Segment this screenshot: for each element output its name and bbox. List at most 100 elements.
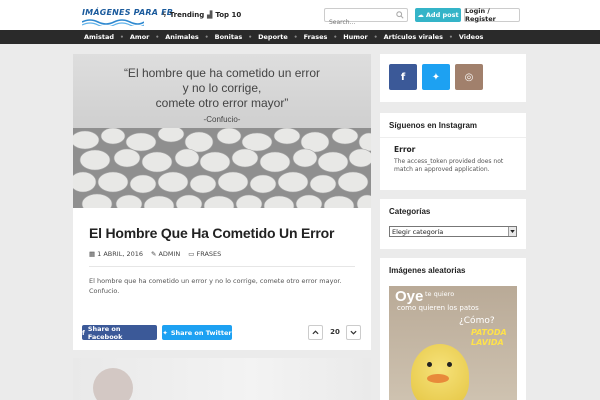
share-twitter-label: Share on Twitter bbox=[170, 328, 232, 337]
category-nav-item[interactable]: • Bonitas bbox=[199, 33, 242, 41]
pencil-icon: ✎ bbox=[151, 250, 157, 258]
random-image-text: te quiero bbox=[425, 290, 455, 298]
bar-chart-icon: ▟ bbox=[207, 11, 213, 19]
category-nav: Amistad • Amor • Animales • Bonitas • Deporte • Fr… bbox=[0, 30, 600, 44]
category-nav-label: Humor bbox=[343, 33, 368, 41]
post-date-text: 1 ABRIL, 2016 bbox=[97, 250, 143, 258]
random-image-text: LAVIDA bbox=[471, 338, 504, 347]
nav-separator: • bbox=[248, 33, 253, 41]
category-nav-item[interactable]: • Humor bbox=[327, 33, 367, 41]
chevron-down-icon bbox=[510, 230, 515, 233]
share-facebook-label: Share on Facebook bbox=[87, 324, 123, 341]
chevron-up-icon bbox=[312, 330, 319, 335]
category-nav-item[interactable]: • Animales bbox=[149, 33, 198, 41]
login-register-button[interactable]: Login / Register bbox=[464, 7, 520, 23]
duckling-figure bbox=[411, 344, 469, 400]
quote-line-1: “El hombre que ha cometido un error bbox=[123, 66, 321, 80]
post-author[interactable]: ✎ ADMIN bbox=[151, 250, 180, 258]
nav-separator: • bbox=[120, 33, 124, 41]
random-image-text: como quieren los patos bbox=[397, 304, 479, 312]
site-logo[interactable]: IMÁGENES PARA FB bbox=[82, 8, 173, 26]
downvote-button[interactable] bbox=[346, 325, 361, 340]
category-nav-item[interactable]: • Videos bbox=[443, 33, 483, 41]
post-card: “El hombre que ha cometido un error y no… bbox=[73, 54, 371, 350]
search-input[interactable] bbox=[325, 16, 395, 29]
category-list: Amistad • Amor • Animales • Bonitas • Deporte • Fr… bbox=[84, 30, 483, 44]
instagram-icon: ◎ bbox=[464, 71, 474, 83]
duckling-eye bbox=[447, 362, 452, 367]
cloud-upload-icon: ☁ bbox=[417, 11, 424, 19]
nav-trending-label: Trending bbox=[169, 11, 205, 19]
nav-top10[interactable]: ▟ Top 10 bbox=[207, 11, 241, 19]
social-facebook-button[interactable]: f bbox=[389, 64, 417, 90]
nav-separator: • bbox=[293, 33, 298, 41]
category-nav-label: Videos bbox=[458, 33, 484, 41]
nav-separator: • bbox=[373, 33, 378, 41]
social-twitter-button[interactable]: ✦ bbox=[422, 64, 450, 90]
category-nav-item[interactable]: Amistad bbox=[84, 33, 114, 41]
category-nav-item[interactable]: • Amor bbox=[114, 33, 149, 41]
post-category[interactable]: ▭ FRASES bbox=[188, 250, 221, 258]
category-select-value: Elegir categoría bbox=[392, 227, 444, 236]
nav-separator: • bbox=[333, 33, 338, 41]
instagram-error-message: The access_token provided does not match… bbox=[394, 158, 504, 173]
nav-separator: • bbox=[155, 33, 160, 41]
post-date: ▦ 1 ABRIL, 2016 bbox=[89, 250, 143, 258]
category-nav-label: Deporte bbox=[258, 33, 288, 41]
quote-line-3: comete otro error mayor” bbox=[155, 96, 289, 110]
categories-widget: Categorías Elegir categoría bbox=[380, 199, 526, 249]
category-nav-label: Animales bbox=[165, 33, 199, 41]
category-nav-label: Amor bbox=[129, 33, 150, 41]
meta-divider bbox=[89, 266, 355, 267]
random-images-widget: Imágenes aleatorias Oye te quiero como q… bbox=[380, 258, 526, 400]
share-twitter-button[interactable]: ✦ Share on Twitter bbox=[162, 325, 232, 340]
social-instagram-button[interactable]: ◎ bbox=[455, 64, 483, 90]
next-post-image-subject bbox=[93, 368, 133, 400]
random-image-text: PATODA bbox=[471, 328, 507, 337]
category-nav-label: Amistad bbox=[84, 33, 115, 41]
nav-top10-label: Top 10 bbox=[215, 11, 242, 19]
post-category-text: FRASES bbox=[196, 250, 222, 258]
instagram-widget: Síguenos en Instagram Error The access_t… bbox=[380, 113, 526, 190]
post-meta: ▦ 1 ABRIL, 2016 ✎ ADMIN ▭ FRASES bbox=[89, 250, 221, 258]
widget-divider bbox=[380, 137, 526, 138]
search-box bbox=[324, 8, 408, 29]
post-title[interactable]: El Hombre Que Ha Cometido Un Error bbox=[89, 225, 334, 241]
upvote-button[interactable] bbox=[308, 325, 323, 340]
site-header: IMÁGENES PARA FB ϟTrending ▟Top 10 ☁Add … bbox=[0, 0, 600, 30]
post-image[interactable]: “El hombre que ha cometido un error y no… bbox=[73, 54, 371, 208]
instagram-error-title: Error bbox=[394, 145, 416, 154]
category-select[interactable]: Elegir categoría bbox=[389, 226, 517, 237]
vote-count: 20 bbox=[330, 328, 340, 336]
nav-separator: • bbox=[204, 33, 209, 41]
category-nav-item[interactable]: • Frases bbox=[288, 33, 328, 41]
pebbles-image bbox=[73, 128, 371, 208]
category-nav-label: Bonitas bbox=[214, 33, 243, 41]
share-bar: f Share on Facebook ✦ Share on Twitter 20 bbox=[73, 322, 371, 344]
share-facebook-button[interactable]: f Share on Facebook bbox=[82, 324, 157, 341]
folder-icon: ▭ bbox=[188, 250, 195, 258]
random-image[interactable]: Oye te quiero como quieren los patos ¿Có… bbox=[389, 286, 517, 400]
post-excerpt: El hombre que ha cometido un error y no … bbox=[89, 277, 342, 295]
next-post-card[interactable] bbox=[73, 358, 371, 400]
category-nav-item[interactable]: • Artículos virales bbox=[368, 33, 443, 41]
add-post-button[interactable]: ☁ Add post bbox=[415, 8, 461, 22]
social-widget: f ✦ ◎ bbox=[380, 54, 526, 102]
logo-text: IMÁGENES PARA FB bbox=[82, 8, 174, 17]
category-nav-label: Frases bbox=[303, 33, 328, 41]
nav-separator: • bbox=[449, 33, 453, 41]
post-author-text: ADMIN bbox=[158, 250, 181, 258]
search-icon[interactable] bbox=[396, 11, 404, 19]
login-label: Login / Register bbox=[465, 7, 496, 23]
quote-author: -Confucio- bbox=[203, 115, 241, 124]
random-images-widget-title: Imágenes aleatorias bbox=[389, 266, 466, 275]
category-nav-label: Artículos virales bbox=[383, 33, 444, 41]
select-arrow bbox=[508, 227, 516, 236]
random-image-text: ¿Cómo? bbox=[459, 316, 495, 326]
chevron-down-icon bbox=[350, 330, 357, 335]
lightning-icon: ϟ bbox=[162, 11, 167, 19]
nav-trending[interactable]: ϟ Trending bbox=[162, 11, 204, 19]
calendar-icon: ▦ bbox=[89, 250, 96, 258]
category-nav-item[interactable]: • Deporte bbox=[242, 33, 288, 41]
duckling-eye bbox=[427, 362, 432, 367]
